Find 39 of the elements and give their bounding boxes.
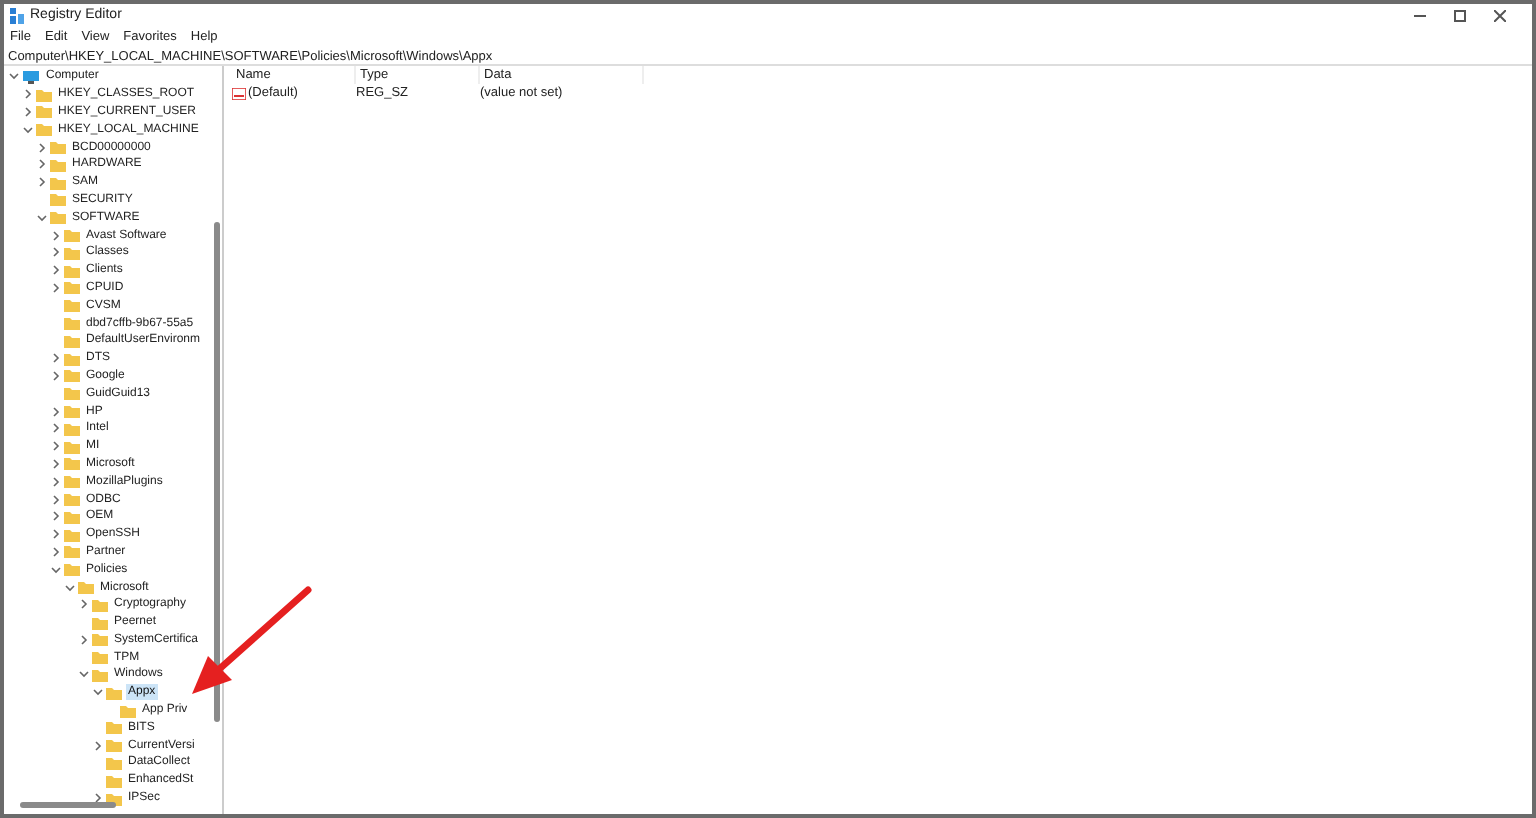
chevron-right-icon[interactable] (50, 369, 62, 382)
chevron-right-icon[interactable] (36, 141, 48, 154)
chevron-right-icon[interactable] (50, 440, 62, 453)
chevron-down-icon[interactable] (50, 563, 62, 576)
chevron-down-icon[interactable] (8, 70, 20, 83)
chevron-right-icon[interactable] (78, 633, 90, 646)
chevron-right-icon[interactable] (50, 475, 62, 488)
chevron-right-icon[interactable] (22, 105, 34, 118)
chevron-right-icon[interactable] (50, 352, 62, 365)
restore-icon[interactable] (1454, 10, 1466, 22)
computer-icon (22, 69, 40, 84)
chevron-right-icon[interactable] (50, 528, 62, 541)
chevron-right-icon[interactable] (50, 229, 62, 242)
chevron-right-icon[interactable] (36, 176, 48, 189)
chevron-right-icon[interactable] (50, 246, 62, 259)
chevron-right-icon[interactable] (50, 510, 62, 523)
close-icon[interactable] (1494, 10, 1506, 22)
chevron-right-icon[interactable] (92, 739, 104, 752)
chevron-right-icon[interactable] (36, 158, 48, 171)
chevron-right-icon[interactable] (22, 88, 34, 101)
chevron-down-icon[interactable] (22, 123, 34, 136)
string-value-icon (232, 87, 246, 99)
chevron-right-icon[interactable] (92, 792, 104, 805)
chevron-right-icon[interactable] (50, 264, 62, 277)
chevron-right-icon[interactable] (50, 422, 62, 435)
chevron-right-icon[interactable] (50, 281, 62, 294)
vertical-scrollbar[interactable] (214, 222, 220, 722)
chevron-down-icon[interactable] (78, 668, 90, 681)
horizontal-scrollbar[interactable] (20, 802, 116, 808)
chevron-right-icon[interactable] (50, 405, 62, 418)
chevron-right-icon[interactable] (50, 457, 62, 470)
chevron-right-icon[interactable] (50, 493, 62, 506)
chevron-right-icon[interactable] (50, 545, 62, 558)
chevron-down-icon[interactable] (64, 581, 76, 593)
registry-icon (10, 8, 24, 24)
chevron-right-icon[interactable] (78, 598, 90, 611)
chevron-down-icon[interactable] (92, 686, 104, 699)
minimize-icon[interactable] (1414, 14, 1426, 18)
chevron-down-icon[interactable] (36, 211, 48, 224)
